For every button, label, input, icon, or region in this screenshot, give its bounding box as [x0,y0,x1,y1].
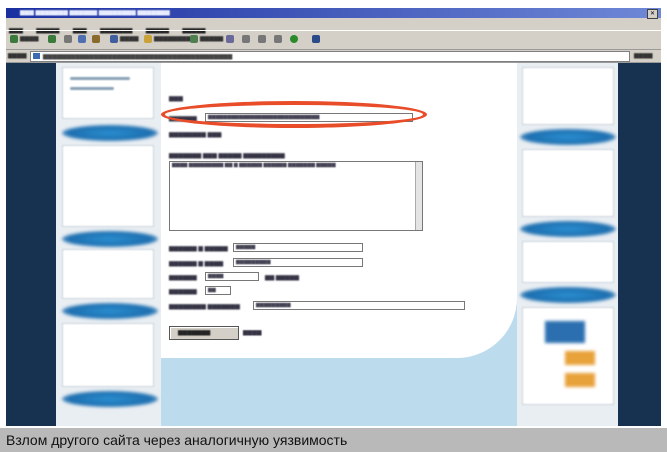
history-icon[interactable] [226,35,234,43]
media-icon[interactable] [190,35,198,43]
title-bar: ▆▆▆ ▆▆▆▆▆▆▆ ▆▆▆▆▆▆ ▆▆▆▆▆▆▆▆ ▆▆▆▆▆▆▆ ✕ [6,8,661,19]
favorites-icon[interactable] [144,35,152,43]
text-input[interactable]: ▆▆▆▆▆▆▆▆▆ [253,301,465,310]
sidebar-card [522,241,614,283]
scrollbar[interactable] [415,162,422,230]
form-label: ▆▆▆▆▆▆ ▆ ▆▆▆▆ [169,261,224,267]
input-value: ▆▆▆▆▆▆▆▆▆ [256,302,291,308]
highlight-oval [161,101,427,128]
search-button[interactable]: ▆▆▆▆ [120,35,138,44]
input-value: ▆▆▆▆▆ [236,244,256,250]
go-button[interactable]: ▆▆▆▆ [634,52,652,59]
browser-window: ▆▆▆ ▆▆▆▆▆▆▆ ▆▆▆▆▆▆ ▆▆▆▆▆▆▆▆ ▆▆▆▆▆▆▆ ✕ ▆▆… [6,8,661,426]
stop-icon[interactable] [64,35,72,43]
forward-icon[interactable] [48,35,56,43]
address-label: ▆▆▆▆ [8,53,27,59]
right-sidebar [517,63,618,426]
url-text: ▆▆▆▆▆▆▆▆▆▆▆▆▆▆▆▆▆▆▆▆▆▆▆▆▆▆▆▆▆▆▆▆▆▆▆▆▆▆▆▆… [43,54,233,60]
form-label: ▆▆▆▆▆▆▆▆ ▆▆▆ [169,132,222,138]
textarea-value: ▆▆▆▆ ▆▆▆▆▆▆▆▆▆ ▆▆ ▆ ▆▆▆▆▆▆ ▆▆▆▆▆▆ ▆▆▆▆▆▆… [172,162,336,168]
extension-icon[interactable] [312,35,320,43]
sidebar-card [62,145,154,227]
input-value: ▆▆▆▆ [208,273,224,279]
left-sidebar [56,63,161,426]
close-icon[interactable]: ✕ [647,9,658,19]
media-button[interactable]: ▆▆▆▆▆ [200,35,223,44]
sidebar-card [62,249,154,299]
screenshot-frame: ▆▆▆ ▆▆▆▆▆▆▆ ▆▆▆▆▆▆ ▆▆▆▆▆▆▆▆ ▆▆▆▆▆▆▆ ✕ ▆▆… [0,0,667,452]
caption-bar: Взлом другого сайта через аналогичную уя… [0,428,667,452]
text-input[interactable]: ▆▆ [205,286,231,295]
form-label: ▆▆▆ [169,96,183,102]
submit-label: ▆▆▆▆▆▆▆ [178,330,211,336]
page-icon [33,53,40,59]
messenger-icon[interactable] [290,35,298,43]
text-input[interactable]: ▆▆▆▆▆ [233,243,363,252]
submit-button[interactable]: ▆▆▆▆▆▆▆ [169,326,239,340]
sidebar-card [522,149,614,217]
page-content: ▆▆▆ ▆▆▆▆▆▆ ▆▆▆▆▆▆▆▆▆▆▆▆▆▆▆▆▆▆▆▆▆▆▆▆▆▆▆▆▆… [6,63,661,426]
menu-bar: ▆▆▆ ▆▆▆▆▆ ▆▆▆ ▆▆▆▆▆▆▆ ▆▆▆▆▆ ▆▆▆▆▆ [6,19,661,34]
form-label: ▆▆▆▆▆▆▆▆ ▆▆▆▆▆▆▆ [169,304,240,310]
form-label: ▆▆▆▆▆▆ [169,289,197,295]
back-icon[interactable] [10,35,18,43]
search-icon[interactable] [110,35,118,43]
url-field[interactable]: ▆▆▆▆▆▆▆▆▆▆▆▆▆▆▆▆▆▆▆▆▆▆▆▆▆▆▆▆▆▆▆▆▆▆▆▆▆▆▆▆… [30,51,630,62]
form-label: ▆▆▆▆▆▆▆ ▆▆▆ ▆▆▆▆▆ ▆▆▆▆▆▆▆▆▆ [169,153,285,159]
print-icon[interactable] [258,35,266,43]
form-label: ▆▆▆▆▆▆ [169,275,197,281]
address-bar: ▆▆▆▆ ▆▆▆▆▆▆▆▆▆▆▆▆▆▆▆▆▆▆▆▆▆▆▆▆▆▆▆▆▆▆▆▆▆▆▆… [6,49,661,63]
sidebar-card [62,67,154,119]
figure-caption: Взлом другого сайта через аналогичную уя… [6,432,348,448]
form-card: ▆▆▆ ▆▆▆▆▆▆ ▆▆▆▆▆▆▆▆▆▆▆▆▆▆▆▆▆▆▆▆▆▆▆▆▆▆▆▆▆… [161,63,517,358]
edit-icon[interactable] [274,35,282,43]
banner-image [545,321,585,343]
banner-image [565,373,595,387]
banner-image [565,351,595,365]
mail-icon[interactable] [242,35,250,43]
toolbar: ▆▆▆▆ ▆▆▆▆ ▆▆▆▆▆▆▆▆ ▆▆▆▆▆ [6,30,661,50]
favorites-button[interactable]: ▆▆▆▆▆▆▆▆ [154,35,191,44]
sidebar-card [62,323,154,387]
home-icon[interactable] [92,35,100,43]
form-label: ▆▆ ▆▆▆▆▆ [265,275,299,281]
message-textarea[interactable]: ▆▆▆▆ ▆▆▆▆▆▆▆▆▆ ▆▆ ▆ ▆▆▆▆▆▆ ▆▆▆▆▆▆ ▆▆▆▆▆▆… [169,161,423,231]
form-label: ▆▆▆▆▆▆ ▆ ▆▆▆▆▆ [169,246,228,252]
main-panel: ▆▆▆ ▆▆▆▆▆▆ ▆▆▆▆▆▆▆▆▆▆▆▆▆▆▆▆▆▆▆▆▆▆▆▆▆▆▆▆▆… [161,63,517,426]
sidebar-card [522,67,614,125]
window-title: ▆▆▆ ▆▆▆▆▆▆▆ ▆▆▆▆▆▆ ▆▆▆▆▆▆▆▆ ▆▆▆▆▆▆▆ [20,10,170,16]
input-value: ▆▆▆▆▆▆▆▆▆ [236,259,271,265]
reset-link[interactable]: ▆▆▆▆ [243,329,261,336]
text-input[interactable]: ▆▆▆▆ [205,272,259,281]
back-button[interactable]: ▆▆▆▆ [20,35,38,44]
refresh-icon[interactable] [78,35,86,43]
input-value: ▆▆ [208,287,216,293]
text-input[interactable]: ▆▆▆▆▆▆▆▆▆ [233,258,363,267]
